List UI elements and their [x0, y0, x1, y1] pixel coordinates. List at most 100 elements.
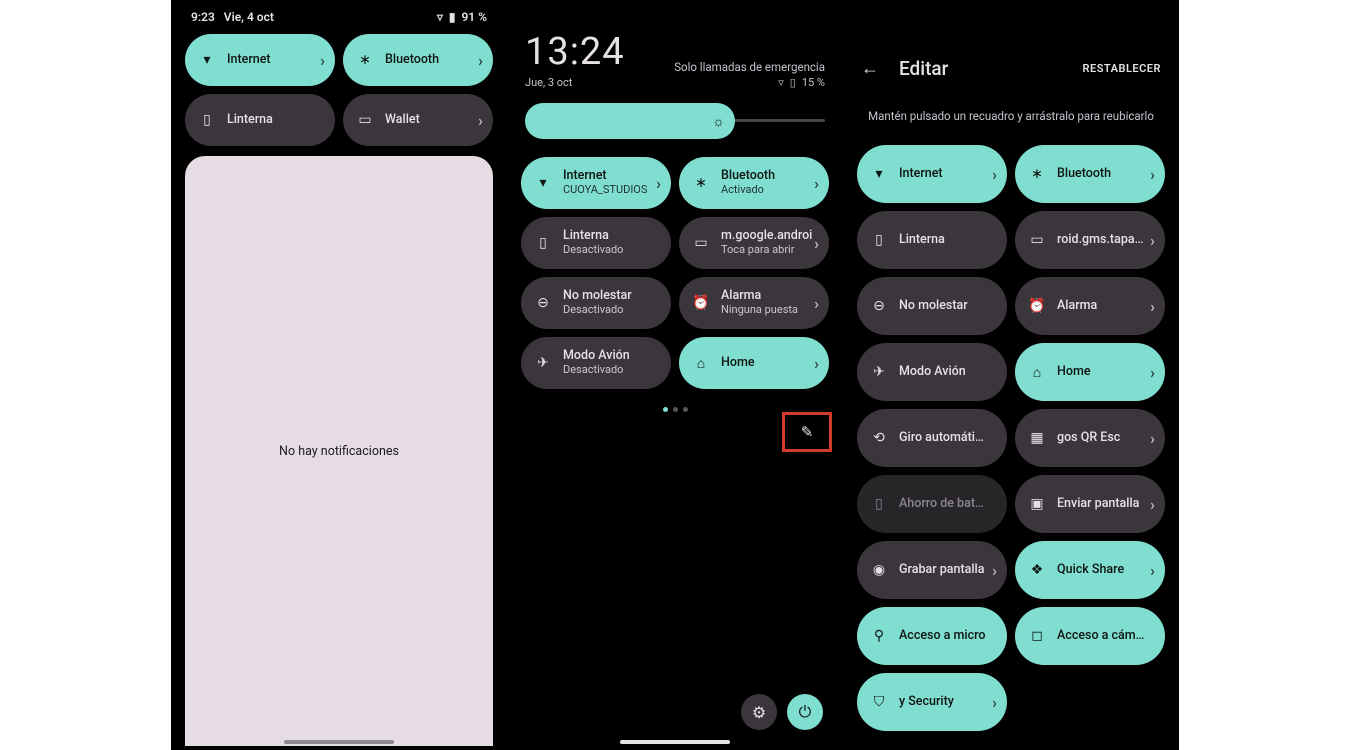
pencil-icon: ✎ — [801, 423, 814, 441]
tile-label: Bluetooth — [385, 53, 439, 67]
instruction-text: Mantén pulsado un recuadro y arrástralo … — [857, 103, 1165, 145]
airplane-icon: ✈ — [871, 364, 887, 380]
tile-subtitle: Activado — [721, 184, 775, 197]
tile-home[interactable]: ⌂Home› — [1015, 343, 1165, 401]
tile-wallet[interactable]: ▭roid.gms.tapand› — [1015, 211, 1165, 269]
flashlight-icon: ▯ — [535, 235, 551, 251]
tile-nomolestar[interactable]: ⊖No molestarDesactivado — [521, 277, 671, 329]
status-bar: 9:23 Vie, 4 oct ▿ ▮ 91 % — [185, 6, 493, 34]
quick-tiles-expanded: ▾InternetCUOYA_STUDIOS›∗BluetoothActivad… — [521, 157, 829, 389]
chevron-right-icon: › — [814, 354, 819, 373]
brightness-icon: ☼ — [712, 113, 725, 130]
tile-avion[interactable]: ✈Modo AviónDesactivado — [521, 337, 671, 389]
tile-bluetooth[interactable]: ∗ Bluetooth › — [1015, 145, 1165, 203]
tile-wallet[interactable]: ▭m.google.androiToca para abrir› — [679, 217, 829, 269]
nav-home-indicator[interactable] — [284, 740, 394, 744]
reset-button[interactable]: RESTABLECER — [1083, 62, 1162, 75]
tile-subtitle: Desactivado — [563, 364, 630, 377]
wallet-icon: ▭ — [693, 235, 709, 251]
tile-quickshare[interactable]: ❖ Quick Share › — [1015, 541, 1165, 599]
tile-linterna[interactable]: ▯Linterna — [857, 211, 1007, 269]
flashlight-icon: ▯ — [199, 112, 215, 128]
home-icon: ⌂ — [693, 355, 709, 372]
chevron-right-icon: › — [320, 51, 325, 70]
tile-giro[interactable]: ⟲ Giro automático — [857, 409, 1007, 467]
camera-icon: ◻ — [1029, 628, 1045, 644]
tile-bluetooth[interactable]: ∗ Bluetooth › — [343, 34, 493, 86]
page-title: Editar — [899, 57, 948, 80]
dnd-icon: ⊖ — [871, 298, 887, 314]
battery-status-icon: ▯ — [790, 76, 796, 89]
tile-label: Quick Share — [1057, 563, 1124, 577]
wifi-status-icon: ▿ — [437, 10, 443, 24]
tile-home[interactable]: ⌂Home› — [679, 337, 829, 389]
back-button[interactable]: ← — [857, 54, 883, 83]
pager-dot — [663, 407, 668, 412]
tile-label: gos QR Esc — [1057, 431, 1120, 445]
rotate-icon: ⟲ — [871, 430, 887, 446]
tile-label: Linterna — [899, 233, 945, 247]
battery-percent: 91 % — [461, 10, 487, 24]
tile-grabar[interactable]: ◉Grabar pantalla› — [857, 541, 1007, 599]
tile-linterna[interactable]: ▯ Linterna — [185, 94, 335, 146]
tile-linterna[interactable]: ▯LinternaDesactivado — [521, 217, 671, 269]
wifi-icon: ▾ — [871, 166, 887, 182]
chevron-right-icon: › — [1150, 165, 1155, 184]
power-button[interactable]: ⏻ — [787, 694, 823, 730]
battery-percent: 15 % — [802, 76, 825, 89]
chevron-right-icon: › — [478, 51, 483, 70]
pager-dot — [683, 407, 688, 412]
chevron-right-icon: › — [1150, 495, 1155, 514]
notifications-empty-text: No hay notificaciones — [279, 444, 399, 459]
tile-cast[interactable]: ▣Enviar pantalla› — [1015, 475, 1165, 533]
mic-icon: ⚲ — [871, 628, 887, 644]
tile-label: Ahorro de batería — [899, 497, 987, 511]
chevron-right-icon: › — [478, 111, 483, 130]
tile-label: Bluetooth — [721, 169, 775, 183]
tile-alarma[interactable]: ⏰AlarmaNinguna puesta› — [679, 277, 829, 329]
tile-label: Enviar pantalla — [1057, 497, 1139, 511]
tile-label: Modo Avión — [899, 365, 966, 379]
gear-icon: ⚙ — [752, 703, 766, 722]
tile-label: Linterna — [563, 229, 623, 243]
tile-qr[interactable]: ▦gos QR Esc› — [1015, 409, 1165, 467]
tile-label: Internet — [227, 53, 271, 67]
panel-notification-shade: 9:23 Vie, 4 oct ▿ ▮ 91 % ▾ Internet › ∗ Blue… — [171, 0, 507, 750]
tile-label: Linterna — [227, 113, 273, 127]
tile-label: Giro automático — [899, 431, 987, 445]
tile-label: Acceso a micro — [899, 629, 985, 643]
tile-bluetooth[interactable]: ∗BluetoothActivado› — [679, 157, 829, 209]
tile-nomolestar[interactable]: ⊖No molestar — [857, 277, 1007, 335]
chevron-right-icon: › — [1150, 561, 1155, 580]
tile-label: Alarma — [721, 289, 798, 303]
tile-label: Bluetooth — [1057, 167, 1111, 181]
wifi-icon: ▾ — [199, 52, 215, 68]
settings-button[interactable]: ⚙ — [741, 694, 777, 730]
tile-alarma[interactable]: ⏰Alarma› — [1015, 277, 1165, 335]
share-icon: ❖ — [1029, 562, 1045, 578]
tile-subtitle: Ninguna puesta — [721, 304, 798, 317]
tile-label: Alarma — [1057, 299, 1097, 313]
clock: 13:24 — [525, 30, 625, 74]
chevron-right-icon: › — [814, 174, 819, 193]
tile-ahorro[interactable]: ▯Ahorro de batería — [857, 475, 1007, 533]
tile-label: Internet — [563, 169, 647, 183]
chevron-right-icon: › — [656, 174, 661, 193]
tile-wallet[interactable]: ▭Wallet› — [343, 94, 493, 146]
tile-internet[interactable]: ▾InternetCUOYA_STUDIOS› — [521, 157, 671, 209]
tile-avion[interactable]: ✈ Modo Avión — [857, 343, 1007, 401]
emergency-calls-text: Solo llamadas de emergencia — [674, 60, 825, 74]
edit-tiles-button[interactable]: ✎ — [790, 415, 824, 449]
tile-security[interactable]: ⛉y Security› — [857, 673, 1007, 731]
tile-mic[interactable]: ⚲ Acceso a micro — [857, 607, 1007, 665]
bluetooth-icon: ∗ — [1029, 166, 1045, 182]
wifi-icon: ▾ — [535, 175, 551, 191]
tile-cam[interactable]: ◻Acceso a cámara — [1015, 607, 1165, 665]
nav-home-indicator[interactable] — [620, 740, 730, 744]
tile-internet[interactable]: ▾ Internet › — [185, 34, 335, 86]
alarm-icon: ⏰ — [1029, 298, 1045, 314]
tile-label: No molestar — [563, 289, 632, 303]
tile-internet[interactable]: ▾Internet› — [857, 145, 1007, 203]
bluetooth-icon: ∗ — [357, 52, 373, 68]
brightness-slider[interactable]: ☼ — [525, 103, 825, 139]
